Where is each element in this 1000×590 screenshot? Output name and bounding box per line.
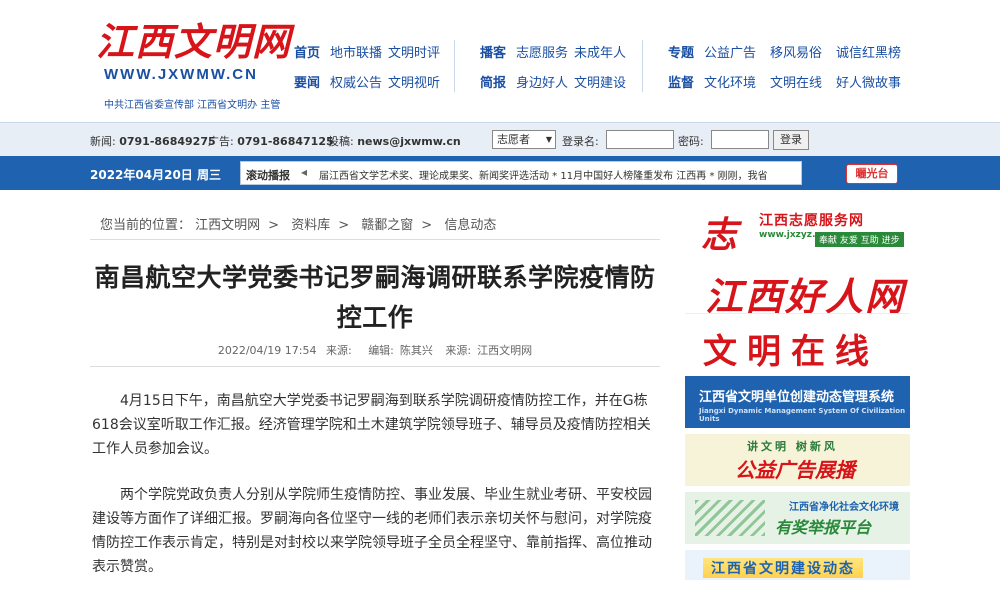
nav-link[interactable]: 文明视听 — [388, 72, 440, 91]
nav-group-2: 播客 志愿服务 未成年人 简报 身边好人 文明建设 — [480, 36, 632, 96]
nav-group-3: 专题 公益广告 移风易俗 诚信红黑榜 监督 文化环境 文明在线 好人微故事 — [668, 36, 907, 96]
site-logo-url[interactable]: WWW.JXWMW.CN — [104, 66, 258, 83]
news-phone: 新闻: 0791-86849275 — [90, 135, 216, 148]
online-banner[interactable]: 文明在线 — [685, 320, 910, 370]
site-logo-subtitle: 中共江西省委宣传部 江西省文明办 主管 — [104, 100, 281, 111]
nav-link[interactable]: 文明时评 — [388, 42, 440, 61]
nav-podcast[interactable]: 播客 — [480, 42, 506, 61]
nav-link[interactable]: 文明建设 — [574, 72, 626, 91]
meta-source-label: 来源: — [445, 344, 472, 357]
public-ads-banner[interactable]: 讲文明 树新风 公益广告展播 — [685, 434, 910, 486]
breadcrumb: 您当前的位置： 江西文明网 > 资料库 > 赣鄱之窗 > 信息动态 — [90, 202, 660, 240]
nav-row: 要闻 权威公告 文明视听 — [294, 66, 446, 96]
article-editor: 陈其兴 — [399, 344, 433, 357]
nav-link[interactable]: 权威公告 — [330, 72, 382, 91]
article-meta: 2022/04/19 17:54 来源: 编辑: 陈其兴 来源: 江西文明网 — [90, 342, 660, 358]
nav-row: 播客 志愿服务 未成年人 — [480, 36, 632, 66]
contact-login-bar: 新闻: 0791-86849275 广告: 0791-86847125 投稿: … — [0, 122, 1000, 156]
ad-phone: 广告: 0791-86847125 — [208, 135, 334, 148]
nav-link[interactable]: 身边好人 — [516, 72, 568, 91]
password-label: 密码: — [678, 135, 704, 148]
nav-link[interactable]: 文明在线 — [770, 72, 822, 91]
breadcrumb-item[interactable]: 江西文明网 — [195, 218, 260, 233]
article-source: 江西文明网 — [477, 344, 533, 357]
ticker-label: 滚动播报 — [246, 169, 290, 182]
volunteer-tags: 奉献 友爱 互助 进步 — [815, 232, 904, 247]
nav-row: 监督 文化环境 文明在线 好人微故事 — [668, 66, 907, 96]
goodman-banner[interactable]: 江西好人网 — [685, 262, 910, 314]
meta-source-label: 来源: — [325, 344, 352, 357]
nav-row: 专题 公益广告 移风易俗 诚信红黑榜 — [668, 36, 907, 66]
breadcrumb-item[interactable]: 信息动态 — [444, 218, 496, 233]
date-ticker-bar: 2022年04月20日 周三 滚动播报 ◂ 届江西省文学艺术奖、理论成果奖、新闻… — [0, 156, 1000, 190]
mgmt-title: 江西省文明单位创建动态管理系统 — [699, 390, 895, 405]
role-select[interactable]: 志愿者 ▼ — [492, 130, 556, 149]
breadcrumb-separator: > — [338, 218, 350, 233]
nav-link[interactable]: 文化环境 — [704, 72, 756, 91]
meta-editor-label: 编辑: — [368, 344, 394, 357]
submit-email: 投稿: news@jxwmw.cn — [328, 135, 461, 148]
nav-group-1: 首页 地市联播 文明时评 要闻 权威公告 文明视听 — [294, 36, 446, 96]
volunteer-title: 江西志愿服务网 — [759, 213, 864, 229]
password-input[interactable] — [711, 130, 769, 149]
breadcrumb-separator: > — [268, 218, 280, 233]
ads-title: 公益广告展播 — [735, 458, 855, 482]
nav-link[interactable]: 地市联播 — [330, 42, 382, 61]
nav-supervise[interactable]: 监督 — [668, 72, 694, 91]
login-name-input[interactable] — [606, 130, 674, 149]
sidebar: 志 江西志愿服务网 www.jxzyz.cn 奉献 友爱 互助 进步 江西好人网… — [685, 200, 910, 586]
nav-brief[interactable]: 简报 — [480, 72, 506, 91]
article-title: 南昌航空大学党委书记罗嗣海调研联系学院疫情防控工作 — [94, 263, 656, 332]
nav-link[interactable]: 志愿服务 — [516, 42, 568, 61]
article-main: 您当前的位置： 江西文明网 > 资料库 > 赣鄱之窗 > 信息动态 南昌航空大学党委书… — [90, 202, 660, 579]
mgmt-system-banner[interactable]: 江西省文明单位创建动态管理系统 Jiangxi Dynamic Manageme… — [685, 376, 910, 428]
online-title: 文明在线 — [703, 332, 879, 370]
article-datetime: 2022/04/19 17:54 — [217, 344, 317, 357]
site-logo[interactable]: 江西文明网 — [96, 20, 291, 64]
nav-link[interactable]: 移风易俗 — [770, 42, 822, 61]
report-subtitle: 有奖举报平台 — [775, 518, 872, 537]
ticker-text[interactable]: 届江西省文学艺术奖、理论成果奖、新闻奖评选活动 * 11月中国好人榜隆重发布 江… — [319, 167, 768, 182]
breadcrumb-item[interactable]: 资料库 — [291, 218, 330, 233]
breadcrumb-item[interactable]: 赣鄱之窗 — [361, 218, 413, 233]
dynamic-banner[interactable]: 江西省文明建设动态 — [685, 550, 910, 580]
nav-link[interactable]: 公益广告 — [704, 42, 756, 61]
report-title: 江西省净化社会文化环境 — [789, 502, 899, 513]
article-paragraph: 4月15日下午，南昌航空大学党委书记罗嗣海到联系学院调研疫情防控工作，并在G栋6… — [92, 393, 651, 457]
nav-row: 简报 身边好人 文明建设 — [480, 66, 632, 96]
nav-link[interactable]: 好人微故事 — [836, 72, 901, 91]
article-paragraph: 两个学院党政负责人分别从学院师生疫情防控、事业发展、毕业生就业考研、平安校园建设… — [92, 487, 652, 575]
nav-divider — [454, 40, 455, 92]
breadcrumb-prefix: 您当前的位置： — [100, 218, 192, 233]
volunteer-logo: 志 — [701, 214, 738, 256]
chevron-down-icon: ▼ — [545, 135, 552, 144]
nav-row: 首页 地市联播 文明时评 — [294, 36, 446, 66]
login-button[interactable]: 登录 — [773, 130, 809, 150]
dynamic-title: 江西省文明建设动态 — [703, 558, 863, 578]
nav-news[interactable]: 要闻 — [294, 72, 320, 91]
breadcrumb-separator: > — [421, 218, 433, 233]
current-date: 2022年04月20日 周三 — [90, 168, 221, 182]
divider — [90, 366, 660, 367]
nav-topic[interactable]: 专题 — [668, 42, 694, 61]
mgmt-subtitle: Jiangxi Dynamic Management System Of Civ… — [699, 407, 906, 423]
nav-divider — [642, 40, 643, 92]
sunlight-button[interactable]: 曬光台 — [846, 164, 898, 184]
ads-slogan: 讲文明 树新风 — [747, 440, 838, 453]
nav-link[interactable]: 未成年人 — [574, 42, 626, 61]
nav-link[interactable]: 诚信红黑榜 — [836, 42, 901, 61]
nav-home[interactable]: 首页 — [294, 42, 320, 61]
banner-decoration — [695, 500, 765, 536]
login-name-label: 登录名: — [562, 135, 599, 148]
speaker-icon: ◂ — [301, 165, 308, 179]
report-platform-banner[interactable]: 江西省净化社会文化环境 有奖举报平台 — [685, 492, 910, 544]
goodman-title: 江西好人网 — [705, 274, 906, 314]
volunteer-banner[interactable]: 志 江西志愿服务网 www.jxzyz.cn 奉献 友爱 互助 进步 — [685, 200, 910, 256]
news-ticker[interactable]: 滚动播报 ◂ 届江西省文学艺术奖、理论成果奖、新闻奖评选活动 * 11月中国好人… — [240, 161, 802, 185]
site-header: 江西文明网 WWW.JXWMW.CN 中共江西省委宣传部 江西省文明办 主管 首… — [0, 0, 1000, 122]
